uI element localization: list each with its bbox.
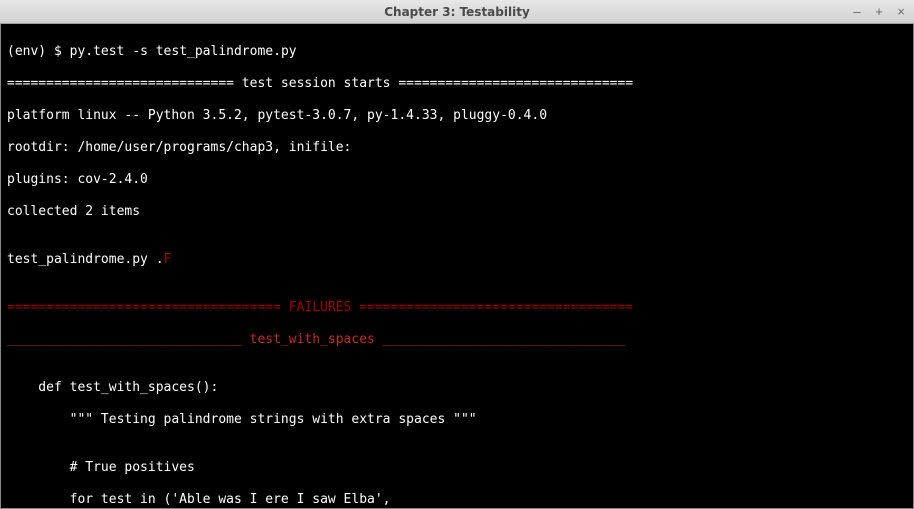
code-line: """ Testing palindrome strings with extr… — [7, 412, 907, 428]
fail-marker: F — [164, 252, 172, 267]
code-line: def test_with_spaces(): — [7, 380, 907, 396]
test-progress: test_palindrome.py . — [7, 252, 164, 267]
plugins-line: plugins: cov-2.4.0 — [7, 172, 907, 188]
code-line: for test in ('Able was I ere I saw Elba'… — [7, 492, 907, 508]
close-icon[interactable]: × — [894, 5, 908, 19]
minimize-icon[interactable]: – — [850, 5, 864, 19]
code-line: # True positives — [7, 460, 907, 476]
maximize-icon[interactable]: + — [872, 5, 886, 19]
failing-test-name: ______________________________ test_with… — [7, 332, 907, 348]
terminal-output[interactable]: (env) $ py.test -s test_palindrome.py ==… — [0, 24, 914, 509]
window-controls: – + × — [850, 0, 908, 23]
window-titlebar: Chapter 3: Testability – + × — [0, 0, 914, 24]
failures-header: =================================== FAIL… — [7, 300, 907, 316]
shell-prompt: (env) $ — [7, 44, 70, 59]
entered-command: py.test -s test_palindrome.py — [70, 44, 297, 59]
window-title: Chapter 3: Testability — [384, 5, 530, 19]
rootdir-line: rootdir: /home/user/programs/chap3, inif… — [7, 140, 907, 156]
collected-line: collected 2 items — [7, 204, 907, 220]
platform-line: platform linux -- Python 3.5.2, pytest-3… — [7, 108, 907, 124]
session-start-header: ============================= test sessi… — [7, 76, 907, 92]
